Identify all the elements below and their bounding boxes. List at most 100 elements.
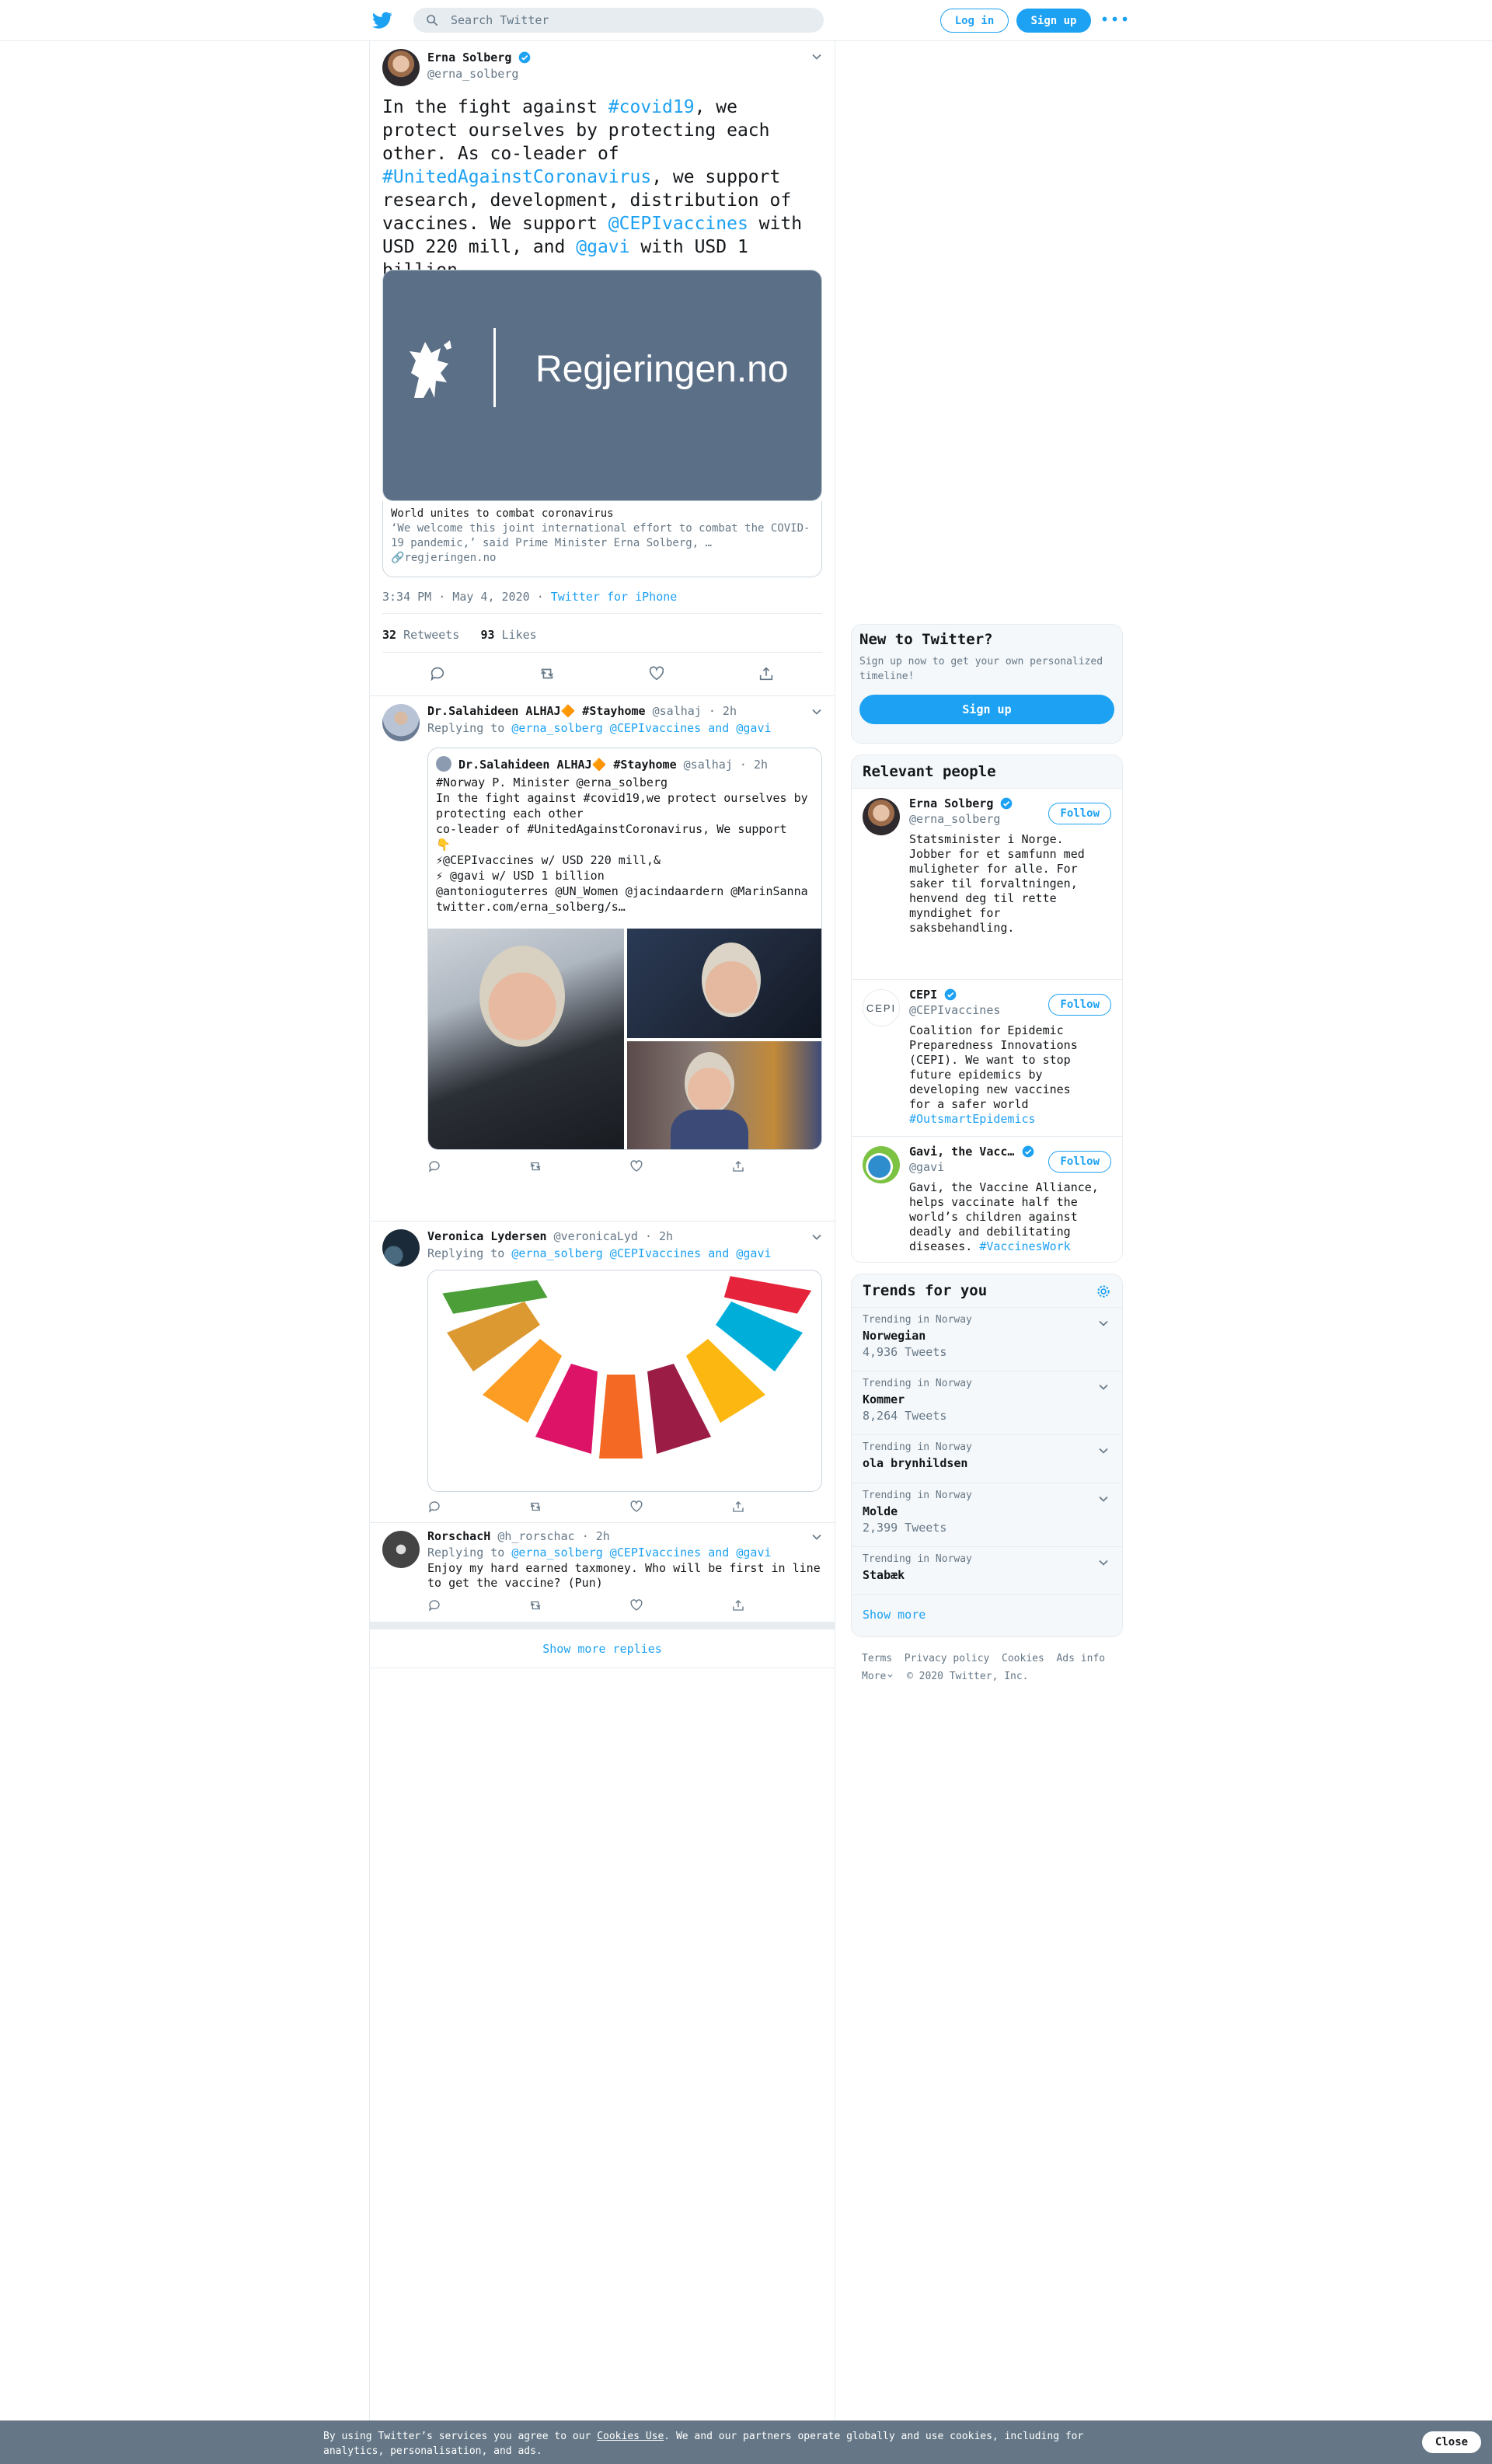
reply-author-handle[interactable]: @veronicaLyd	[554, 1229, 638, 1243]
card-details[interactable]: World unites to combat coronavirus ‘We w…	[382, 501, 822, 577]
avatar[interactable]	[863, 798, 900, 835]
likes-stat[interactable]: 93 Likes	[480, 628, 536, 642]
hashtag-link[interactable]: #VaccinesWork	[979, 1239, 1070, 1253]
chevron-down-icon[interactable]	[1096, 1379, 1111, 1395]
reply-author-name[interactable]: RorschacH	[427, 1529, 490, 1543]
trend-item[interactable]: Trending in Norway Molde 2,399 Tweets	[852, 1483, 1122, 1546]
reply-time[interactable]: · 2h	[582, 1529, 610, 1543]
person-name[interactable]: Erna Solberg	[909, 796, 993, 810]
reply-tweet[interactable]: Dr.Salahideen ALHAJ🔶 #Stayhome @salhaj ·…	[370, 695, 835, 1221]
reply-tweet[interactable]: Veronica Lydersen @veronicaLyd · 2h Repl…	[370, 1221, 835, 1522]
person-name[interactable]: CEPI	[909, 988, 937, 1002]
photo[interactable]	[627, 1041, 821, 1149]
photo[interactable]	[428, 929, 624, 1149]
hashtag-link[interactable]: #OutsmartEpidemics	[909, 1112, 1036, 1126]
person-name[interactable]: Gavi, the Vacc…	[909, 1145, 1014, 1159]
retweet-icon[interactable]	[528, 1155, 629, 1178]
hashtag-link[interactable]: #UnitedAgainstCoronavirus	[382, 167, 651, 187]
chevron-down-icon[interactable]	[809, 49, 824, 64]
author-name[interactable]: Erna Solberg	[427, 51, 511, 64]
trend-item[interactable]: Trending in Norway Stabæk	[852, 1546, 1122, 1594]
sidebar-signup-button[interactable]: Sign up	[859, 695, 1114, 724]
quoted-line: ⚡ @gavi w/ USD 1 billion	[436, 869, 605, 883]
follow-button[interactable]: Follow	[1048, 803, 1111, 824]
retweet-icon[interactable]	[492, 660, 601, 688]
share-icon[interactable]	[731, 1594, 746, 1616]
footer-link-privacy[interactable]: Privacy policy	[905, 1653, 990, 1664]
quoted-tweet[interactable]: Dr.Salahideen ALHAJ🔶 #Stayhome @salhaj ·…	[427, 748, 822, 1150]
person-card[interactable]: Gavi, the Vacc… @gavi Gavi, the Vaccine …	[852, 1136, 1122, 1262]
person-card[interactable]: CEPI CEPI @CEPIvaccines Coalition for Ep…	[852, 979, 1122, 1136]
share-icon[interactable]	[731, 1155, 746, 1178]
search-box[interactable]	[413, 8, 824, 33]
trend-item[interactable]: Trending in Norway ola brynhildsen	[852, 1434, 1122, 1483]
replying-to-links[interactable]: @erna_solberg @CEPIvaccines and @gavi	[511, 1546, 771, 1560]
reply-time[interactable]: · 2h	[645, 1229, 673, 1243]
like-icon[interactable]	[629, 1155, 730, 1178]
login-button[interactable]: Log in	[940, 9, 1009, 33]
trend-item[interactable]: Trending in Norway Kommer 8,264 Tweets	[852, 1371, 1122, 1434]
chevron-down-icon[interactable]	[1096, 1491, 1111, 1507]
signup-button[interactable]: Sign up	[1016, 9, 1091, 33]
tweet-source[interactable]: Twitter for iPhone	[551, 590, 678, 604]
chevron-down-icon[interactable]	[809, 1529, 824, 1545]
reply-author-handle[interactable]: @h_rorschac	[497, 1529, 574, 1543]
avatar[interactable]	[382, 1531, 420, 1568]
cookies-use-link[interactable]: Cookies Use	[597, 2431, 664, 2442]
footer-link-terms[interactable]: Terms	[862, 1653, 892, 1664]
sdg-wheel-image[interactable]	[427, 1270, 822, 1492]
mention-link[interactable]: @CEPIvaccines	[608, 214, 748, 234]
author-name-row[interactable]: Erna Solberg	[427, 51, 531, 64]
reply-author-name[interactable]: Dr.Salahideen ALHAJ🔶 #Stayhome	[427, 704, 646, 718]
footer-more-link[interactable]: More	[862, 1671, 894, 1682]
avatar[interactable]	[863, 1146, 900, 1183]
photo[interactable]	[627, 929, 821, 1038]
replying-to-links[interactable]: @erna_solberg @CEPIvaccines and @gavi	[511, 1246, 771, 1260]
reply-time[interactable]: · 2h	[709, 704, 737, 718]
link-card[interactable]: Regjeringen.no	[382, 270, 822, 501]
retweets-stat[interactable]: 32 Retweets	[382, 628, 459, 642]
avatar[interactable]	[382, 704, 420, 741]
person-card[interactable]: Erna Solberg @erna_solberg Statsminister…	[852, 788, 1122, 979]
share-icon[interactable]	[731, 1495, 746, 1518]
mention-link[interactable]: @gavi	[576, 237, 629, 257]
footer-link-cookies[interactable]: Cookies	[1002, 1653, 1044, 1664]
chevron-down-icon[interactable]	[1096, 1316, 1111, 1331]
chevron-down-icon[interactable]	[1096, 1443, 1111, 1459]
share-icon[interactable]	[711, 660, 821, 688]
footer-link-ads-info[interactable]: Ads info	[1056, 1653, 1105, 1664]
avatar[interactable]: CEPI	[863, 989, 900, 1026]
author-handle[interactable]: @erna_solberg	[427, 67, 518, 81]
replying-to-links[interactable]: @erna_solberg @CEPIvaccines and @gavi	[511, 721, 771, 735]
reply-icon[interactable]	[427, 1594, 528, 1616]
chevron-down-icon[interactable]	[1096, 1555, 1111, 1570]
cookie-close-button[interactable]: Close	[1422, 2431, 1481, 2453]
reply-tweet[interactable]: RorschacH @h_rorschac · 2h Replying to @…	[370, 1522, 835, 1622]
chevron-down-icon[interactable]	[809, 704, 824, 720]
gear-icon[interactable]	[1096, 1284, 1111, 1299]
follow-button[interactable]: Follow	[1048, 994, 1111, 1016]
reply-author-handle[interactable]: @salhaj	[653, 704, 702, 718]
tweet-timestamp[interactable]: 3:34 PM · May 4, 2020	[382, 590, 530, 604]
retweet-icon[interactable]	[528, 1495, 629, 1518]
chevron-down-icon[interactable]	[809, 1229, 824, 1245]
twitter-bird-icon[interactable]	[371, 10, 393, 30]
reply-icon[interactable]	[427, 1495, 528, 1518]
avatar[interactable]	[382, 49, 420, 86]
reply-icon[interactable]	[427, 1155, 528, 1178]
like-icon[interactable]	[629, 1495, 730, 1518]
search-input[interactable]	[451, 8, 808, 33]
retweet-icon[interactable]	[528, 1594, 629, 1616]
more-icon[interactable]: •••	[1100, 9, 1129, 30]
avatar[interactable]	[382, 1229, 420, 1267]
follow-button[interactable]: Follow	[1048, 1151, 1111, 1173]
quoted-line: In the fight against #covid19,we protect…	[436, 791, 808, 821]
trend-item[interactable]: Trending in Norway Norwegian 4,936 Tweet…	[852, 1307, 1122, 1371]
hashtag-link[interactable]: #covid19	[608, 97, 695, 117]
reply-icon[interactable]	[382, 660, 492, 688]
like-icon[interactable]	[601, 660, 711, 688]
show-more-replies-link[interactable]: Show more replies	[542, 1642, 662, 1656]
reply-author-name[interactable]: Veronica Lydersen	[427, 1229, 547, 1243]
trends-show-more-link[interactable]: Show more	[863, 1608, 926, 1622]
like-icon[interactable]	[629, 1594, 730, 1616]
